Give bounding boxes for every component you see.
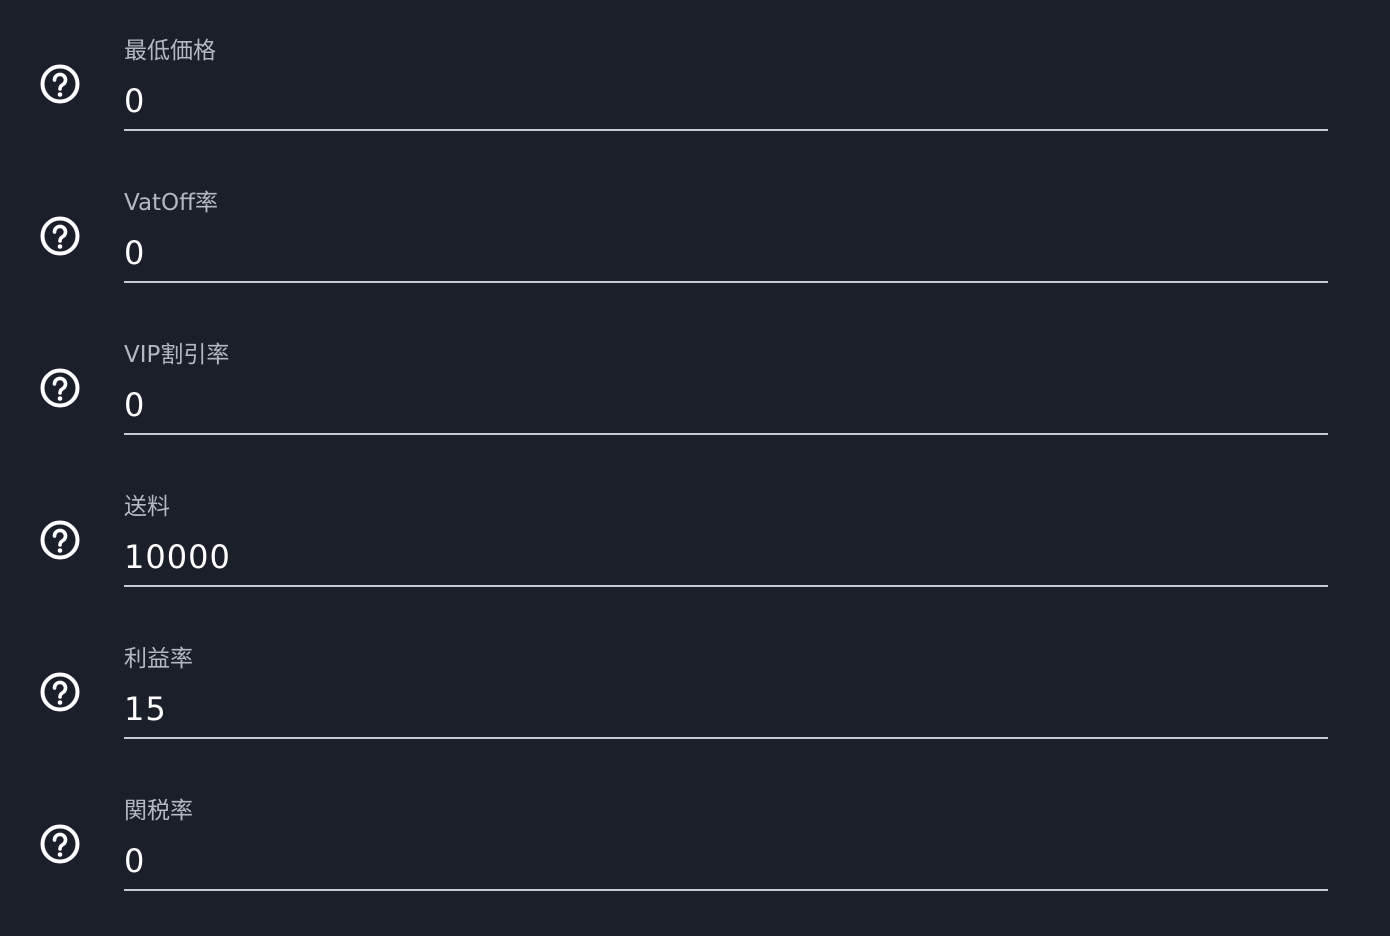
field-tariff-rate: 関税率 bbox=[0, 760, 1390, 912]
input-underline bbox=[124, 433, 1328, 435]
settings-form: 最低価格 VatOff率 VIP割引率 送料 利益率 bbox=[0, 0, 1390, 936]
field-label: 送料 bbox=[124, 494, 170, 520]
vip-discount-rate-input[interactable] bbox=[124, 382, 1328, 428]
input-underline bbox=[124, 889, 1328, 891]
minimum-price-input[interactable] bbox=[124, 78, 1328, 124]
input-underline bbox=[124, 737, 1328, 739]
field-vat-off-rate: VatOff率 bbox=[0, 152, 1390, 304]
field-label: 利益率 bbox=[124, 646, 193, 672]
profit-rate-input[interactable] bbox=[124, 686, 1328, 732]
input-underline bbox=[124, 585, 1328, 587]
help-circle-icon[interactable] bbox=[40, 672, 80, 712]
field-vip-discount-rate: VIP割引率 bbox=[0, 304, 1390, 456]
field-profit-rate: 利益率 bbox=[0, 608, 1390, 760]
field-label: 関税率 bbox=[124, 798, 193, 824]
tariff-rate-input[interactable] bbox=[124, 838, 1328, 884]
input-underline bbox=[124, 129, 1328, 131]
help-circle-icon[interactable] bbox=[40, 64, 80, 104]
help-circle-icon[interactable] bbox=[40, 520, 80, 560]
help-circle-icon[interactable] bbox=[40, 216, 80, 256]
field-label: VatOff率 bbox=[124, 190, 219, 216]
field-label: VIP割引率 bbox=[124, 342, 230, 368]
field-label: 最低価格 bbox=[124, 38, 216, 64]
field-minimum-price: 最低価格 bbox=[0, 0, 1390, 152]
input-underline bbox=[124, 281, 1328, 283]
field-shipping-fee: 送料 bbox=[0, 456, 1390, 608]
help-circle-icon[interactable] bbox=[40, 824, 80, 864]
vat-off-rate-input[interactable] bbox=[124, 230, 1328, 276]
help-circle-icon[interactable] bbox=[40, 368, 80, 408]
shipping-fee-input[interactable] bbox=[124, 534, 1328, 580]
